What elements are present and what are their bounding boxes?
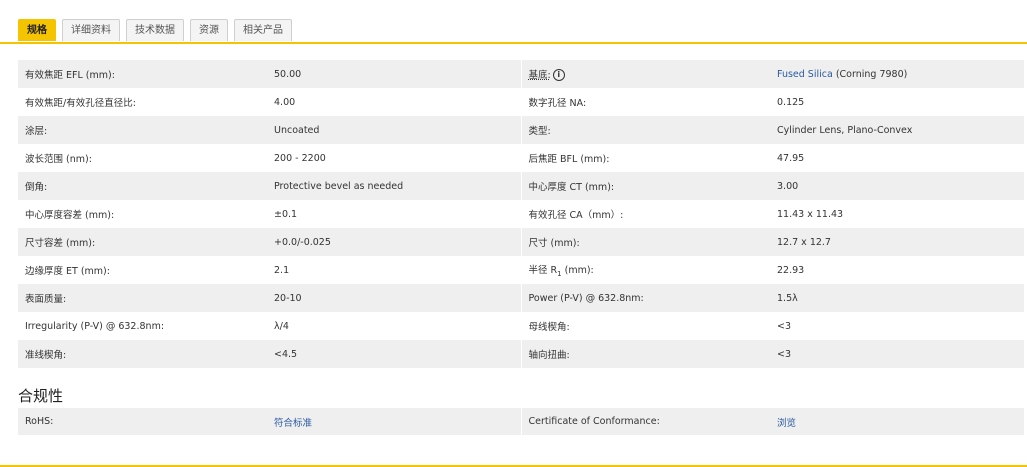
spec-value: ±0.1: [267, 200, 521, 228]
spec-value: 11.43 x 11.43: [770, 200, 1024, 228]
compliance-table: RoHS: 符合标准 Certificate of Conformance: 浏…: [18, 408, 1024, 435]
spec-label: 有效焦距 EFL (mm):: [18, 60, 267, 88]
radius-label: 半径 R: [528, 265, 558, 277]
substrate-detail: (Corning 7980): [832, 68, 908, 80]
spec-value: 20-10: [267, 284, 521, 312]
spec-label-radius: 半径 R1 (mm):: [520, 256, 770, 284]
spec-label: 有效孔径 CA（mm）:: [520, 200, 770, 228]
spec-value: 12.7 x 12.7: [770, 228, 1024, 256]
spec-value: 4.00: [267, 88, 521, 116]
rohs-link[interactable]: 符合标准: [274, 418, 312, 429]
spec-value: 50.00: [267, 60, 521, 88]
table-row: Irregularity (P-V) @ 632.8nm: λ/4 母线楔角: …: [18, 312, 1024, 340]
spec-value: λ/4: [267, 312, 521, 340]
spec-label: 中心厚度容差 (mm):: [18, 200, 267, 228]
spec-value: 22.93: [770, 256, 1024, 284]
table-row: 倒角: Protective bevel as needed 中心厚度 CT (…: [18, 172, 1024, 200]
table-row: RoHS: 符合标准 Certificate of Conformance: 浏…: [18, 408, 1024, 435]
spec-label: Irregularity (P-V) @ 632.8nm:: [18, 312, 267, 340]
spec-value: <3: [770, 312, 1024, 340]
spec-label: 母线楔角:: [520, 312, 770, 340]
spec-value: 47.95: [770, 144, 1024, 172]
substrate-link[interactable]: Fused Silica: [777, 69, 833, 80]
table-row: 涂层: Uncoated 类型: Cylinder Lens, Plano-Co…: [18, 116, 1024, 144]
spec-value: 2.1: [267, 256, 521, 284]
tab-specs[interactable]: 规格: [18, 19, 56, 41]
spec-value: 200 - 2200: [267, 144, 521, 172]
spec-label: 后焦距 BFL (mm):: [520, 144, 770, 172]
spec-value: <3: [770, 340, 1024, 368]
spec-label: 表面质量:: [18, 284, 267, 312]
spec-label-substrate: 基底: i: [520, 60, 770, 88]
spec-value: Protective bevel as needed: [267, 172, 521, 200]
coc-label: Certificate of Conformance:: [520, 408, 770, 435]
table-row: 尺寸容差 (mm): +0.0/-0.025 尺寸 (mm): 12.7 x 1…: [18, 228, 1024, 256]
spec-label: 倒角:: [18, 172, 267, 200]
spec-label: 准线楔角:: [18, 340, 267, 368]
table-row: 中心厚度容差 (mm): ±0.1 有效孔径 CA（mm）: 11.43 x 1…: [18, 200, 1024, 228]
spec-value: Uncoated: [267, 116, 521, 144]
spec-value: Cylinder Lens, Plano-Convex: [770, 116, 1024, 144]
table-row: 准线楔角: <4.5 轴向扭曲: <3: [18, 340, 1024, 368]
spec-label: 轴向扭曲:: [520, 340, 770, 368]
spec-label: 类型:: [520, 116, 770, 144]
spec-value: 1.5λ: [770, 284, 1024, 312]
table-row: 边缘厚度 ET (mm): 2.1 半径 R1 (mm): 22.93: [18, 256, 1024, 284]
substrate-label[interactable]: 基底:: [529, 70, 551, 81]
table-row: 波长范围 (nm): 200 - 2200 后焦距 BFL (mm): 47.9…: [18, 144, 1024, 172]
tab-related-products[interactable]: 相关产品: [234, 19, 292, 41]
specs-table: 有效焦距 EFL (mm): 50.00 基底: i Fused Silica (…: [18, 60, 1024, 368]
spec-value: 3.00: [770, 172, 1024, 200]
compliance-title: 合规性: [18, 387, 64, 405]
coc-value: 浏览: [770, 408, 1024, 435]
tab-details[interactable]: 详细资料: [62, 19, 120, 41]
spec-label: 中心厚度 CT (mm):: [520, 172, 770, 200]
tab-bar: 规格 详细资料 技术数据 资源 相关产品: [18, 19, 292, 42]
spec-label: 边缘厚度 ET (mm):: [18, 256, 267, 284]
table-row: 表面质量: 20-10 Power (P-V) @ 632.8nm: 1.5λ: [18, 284, 1024, 312]
spec-value: Fused Silica (Corning 7980): [770, 60, 1024, 88]
table-row: 有效焦距 EFL (mm): 50.00 基底: i Fused Silica (…: [18, 60, 1024, 88]
spec-label: 涂层:: [18, 116, 267, 144]
rohs-value: 符合标准: [267, 408, 521, 435]
spec-label: 波长范围 (nm):: [18, 144, 267, 172]
table-row: 有效焦距/有效孔径直径比: 4.00 数字孔径 NA: 0.125: [18, 88, 1024, 116]
tab-resources[interactable]: 资源: [190, 19, 228, 41]
spec-label: 数字孔径 NA:: [520, 88, 770, 116]
coc-link[interactable]: 浏览: [777, 418, 796, 429]
spec-value: <4.5: [267, 340, 521, 368]
tab-tech-data[interactable]: 技术数据: [126, 19, 184, 41]
rohs-label: RoHS:: [18, 408, 267, 435]
radius-unit: (mm):: [561, 265, 594, 277]
spec-label: 尺寸容差 (mm):: [18, 228, 267, 256]
tab-underline: [0, 42, 1027, 44]
spec-label: Power (P-V) @ 632.8nm:: [520, 284, 770, 312]
info-icon[interactable]: i: [552, 69, 565, 82]
spec-label: 尺寸 (mm):: [520, 228, 770, 256]
spec-label: 有效焦距/有效孔径直径比:: [18, 88, 267, 116]
spec-value: +0.0/-0.025: [267, 228, 521, 256]
spec-value: 0.125: [770, 88, 1024, 116]
